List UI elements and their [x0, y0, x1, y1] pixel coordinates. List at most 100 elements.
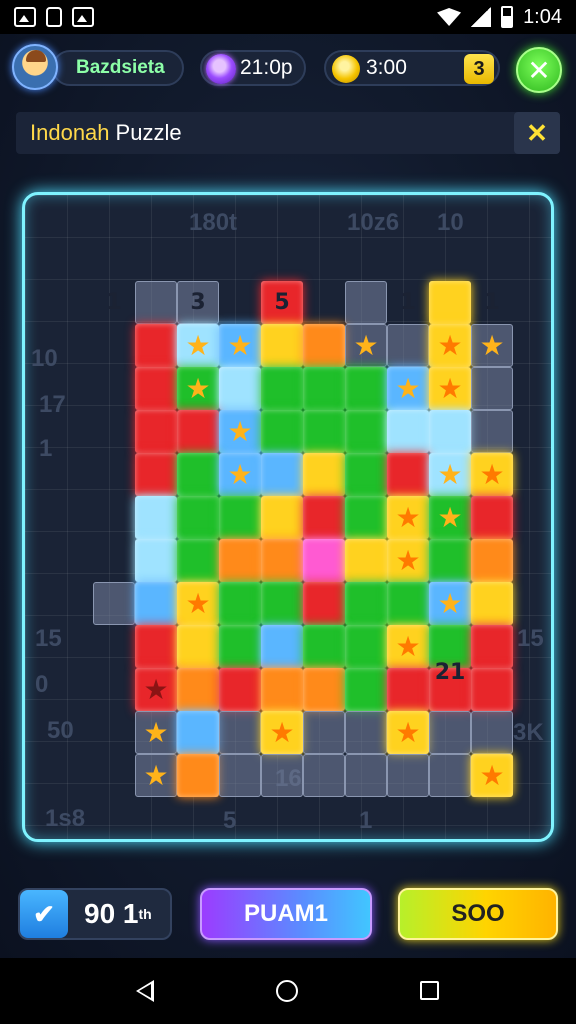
puzzle-tile[interactable]: ★ [387, 496, 429, 539]
puzzle-tile[interactable] [219, 496, 261, 539]
puzzle-tile[interactable] [135, 582, 177, 625]
puzzle-tile[interactable]: ★ [471, 453, 513, 496]
back-icon[interactable] [136, 980, 154, 1002]
coins-pill[interactable]: 3:00 3 [324, 50, 500, 86]
puzzle-tile[interactable] [345, 754, 387, 797]
puzzle-tile[interactable] [429, 281, 471, 324]
puzzle-tile[interactable] [387, 754, 429, 797]
puzzle-tile[interactable] [261, 754, 303, 797]
puzzle-tile[interactable] [177, 496, 219, 539]
puzzle-tile[interactable]: ★ [135, 668, 177, 711]
puzzle-tile[interactable] [345, 496, 387, 539]
puzzle-tile[interactable]: ★ [135, 754, 177, 797]
puzzle-tile[interactable] [261, 410, 303, 453]
puzzle-tile[interactable] [261, 539, 303, 582]
puzzle-tile[interactable] [471, 410, 513, 453]
puzzle-tile[interactable]: ★ [429, 367, 471, 410]
puzzle-tile[interactable] [345, 711, 387, 754]
recents-icon[interactable] [420, 981, 439, 1000]
puzzle-tile[interactable] [471, 496, 513, 539]
puzzle-tile[interactable] [177, 711, 219, 754]
puzzle-tile[interactable] [387, 453, 429, 496]
puzzle-tile[interactable] [219, 668, 261, 711]
puzzle-tile[interactable] [345, 281, 387, 324]
puzzle-tile[interactable] [345, 539, 387, 582]
puzzle-tile[interactable]: ★ [429, 582, 471, 625]
puzzle-tile[interactable] [219, 367, 261, 410]
puzzle-tile[interactable] [429, 754, 471, 797]
puzzle-tile[interactable] [135, 539, 177, 582]
puzzle-tile[interactable] [261, 625, 303, 668]
puzzle-tile[interactable]: ★ [471, 324, 513, 367]
puzzle-tile[interactable] [387, 324, 429, 367]
puzzle-tile[interactable] [345, 582, 387, 625]
puzzle-tile[interactable] [345, 410, 387, 453]
puzzle-tile[interactable] [135, 324, 177, 367]
puzzle-tile[interactable] [177, 410, 219, 453]
puzzle-tile[interactable] [219, 539, 261, 582]
puzzle-tile[interactable]: ★ [219, 453, 261, 496]
puzzle-tile[interactable] [303, 496, 345, 539]
puzzle-tile[interactable] [387, 410, 429, 453]
puzzle-tile[interactable] [219, 625, 261, 668]
puzzle-tile[interactable] [219, 582, 261, 625]
puzzle-tile[interactable] [303, 324, 345, 367]
coin-badge[interactable]: 3 [464, 54, 494, 84]
puzzle-tile[interactable]: ★ [219, 324, 261, 367]
puzzle-tile[interactable] [303, 625, 345, 668]
puzzle-tile[interactable] [345, 668, 387, 711]
puzzle-tile[interactable] [303, 582, 345, 625]
check-icon[interactable]: ✔ [20, 890, 68, 938]
puzzle-tile[interactable]: ★ [177, 582, 219, 625]
puzzle-tile[interactable]: ★ [345, 324, 387, 367]
puzzle-tile[interactable] [177, 754, 219, 797]
puzzle-tile[interactable] [471, 539, 513, 582]
puzzle-tile[interactable] [429, 711, 471, 754]
puzzle-tile[interactable] [93, 582, 135, 625]
puzzle-tile[interactable]: ★ [429, 453, 471, 496]
puzzle-tile[interactable]: ★ [387, 711, 429, 754]
title-close-button[interactable]: ✕ [514, 112, 560, 154]
puzzle-tile[interactable] [303, 367, 345, 410]
player-name-pill[interactable]: Bazdsieta [52, 50, 184, 86]
puzzle-tile[interactable] [303, 410, 345, 453]
puzzle-tile[interactable] [345, 453, 387, 496]
puzzle-tile[interactable] [261, 453, 303, 496]
close-game-button[interactable]: ✕ [516, 47, 562, 93]
player-avatar[interactable] [12, 44, 58, 90]
puzzle-tile[interactable]: ★ [387, 539, 429, 582]
puzzle-tile[interactable]: ★ [429, 496, 471, 539]
puzzle-tile[interactable] [135, 625, 177, 668]
puzzle-tile[interactable] [387, 668, 429, 711]
puzzle-tile[interactable]: ★ [471, 754, 513, 797]
puzzle-tile[interactable]: ★ [219, 410, 261, 453]
home-icon[interactable] [276, 980, 298, 1002]
puzzle-tile[interactable]: ★ [387, 367, 429, 410]
puzzle-tile[interactable] [303, 539, 345, 582]
puzzle-tile[interactable]: ★ [387, 625, 429, 668]
puzzle-tile[interactable] [345, 367, 387, 410]
puzzle-tile[interactable] [135, 496, 177, 539]
puzzle-tile[interactable] [219, 711, 261, 754]
puzzle-tile[interactable] [471, 711, 513, 754]
puzzle-tile[interactable]: ★ [429, 324, 471, 367]
puzzle-tile[interactable] [177, 453, 219, 496]
puzzle-tile[interactable] [135, 410, 177, 453]
puzzle-tile[interactable] [345, 625, 387, 668]
puzzle-tile[interactable] [471, 668, 513, 711]
puzzle-tile[interactable] [177, 625, 219, 668]
puzzle-tile[interactable] [429, 539, 471, 582]
puzzle-tile[interactable] [177, 539, 219, 582]
purple-action-button[interactable]: PUAM1 [200, 888, 372, 940]
puzzle-tile[interactable] [429, 410, 471, 453]
puzzle-tile[interactable]: ★ [177, 367, 219, 410]
puzzle-board[interactable]: 180t 10z6 10 10 17 1 15 0 50 1s8 15 3K S… [22, 192, 554, 842]
puzzle-tile[interactable] [471, 582, 513, 625]
puzzle-tile[interactable] [261, 496, 303, 539]
puzzle-tile[interactable] [219, 754, 261, 797]
puzzle-tile[interactable] [387, 582, 429, 625]
puzzle-tile[interactable] [303, 711, 345, 754]
puzzle-tile[interactable] [303, 453, 345, 496]
puzzle-tile[interactable]: ★ [135, 711, 177, 754]
puzzle-tile[interactable] [261, 367, 303, 410]
